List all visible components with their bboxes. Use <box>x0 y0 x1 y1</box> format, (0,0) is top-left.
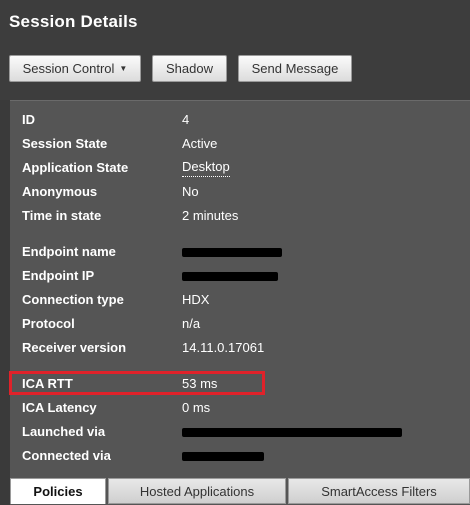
detail-label: Endpoint name <box>22 244 116 259</box>
detail-value: 0 ms <box>182 400 211 415</box>
detail-label: Protocol <box>22 316 75 331</box>
detail-label: Endpoint IP <box>22 268 95 283</box>
detail-label: Application State <box>22 160 129 175</box>
detail-row-protocol: Protocol n/a <box>22 314 462 334</box>
application-state-link[interactable]: Desktop <box>182 158 230 177</box>
detail-label: Connected via <box>22 448 111 463</box>
detail-row-endpoint-ip: Endpoint IP <box>22 266 462 286</box>
tab-policies[interactable]: Policies <box>10 478 106 504</box>
detail-value: HDX <box>182 292 210 307</box>
detail-row-application-state: Application State Desktop <box>22 158 462 178</box>
detail-label: Session State <box>22 136 108 151</box>
session-control-label: Session Control <box>22 61 115 76</box>
detail-row-id: ID 4 <box>22 110 462 130</box>
detail-value <box>182 266 278 286</box>
detail-value: 2 minutes <box>182 208 239 223</box>
send-message-button[interactable]: Send Message <box>238 55 352 82</box>
ica-rtt-highlight-box <box>9 371 265 395</box>
detail-row-session-state: Session State Active <box>22 134 462 154</box>
detail-row-ica-latency: ICA Latency 0 ms <box>22 398 462 418</box>
details-tabs: Policies Hosted Applications SmartAccess… <box>10 478 470 504</box>
detail-row-endpoint-name: Endpoint name <box>22 242 462 262</box>
detail-label: Receiver version <box>22 340 127 355</box>
detail-row-receiver-version: Receiver version 14.11.0.17061 <box>22 338 462 358</box>
detail-value: No <box>182 184 199 199</box>
tab-smartaccess-filters[interactable]: SmartAccess Filters <box>288 478 470 504</box>
tab-hosted-applications[interactable]: Hosted Applications <box>108 478 286 504</box>
shadow-button[interactable]: Shadow <box>152 55 227 82</box>
caret-down-icon: ▼ <box>119 64 128 73</box>
session-control-button[interactable]: Session Control ▼ <box>9 55 141 82</box>
detail-row-anonymous: Anonymous No <box>22 182 462 202</box>
detail-value: Active <box>182 136 218 151</box>
detail-value <box>182 242 282 262</box>
detail-row-connection-type: Connection type HDX <box>22 290 462 310</box>
detail-label: Time in state <box>22 208 102 223</box>
detail-label: ID <box>22 112 35 127</box>
detail-value: 14.11.0.17061 <box>182 340 265 355</box>
redaction-bar <box>182 428 402 438</box>
detail-label: ICA Latency <box>22 400 97 415</box>
page-title: Session Details <box>9 12 138 31</box>
detail-value <box>182 446 264 466</box>
detail-row-connected-via: Connected via <box>22 446 462 466</box>
detail-value <box>182 422 402 442</box>
redaction-bar <box>182 272 278 282</box>
detail-value: 4 <box>182 112 190 127</box>
redaction-bar <box>182 452 264 462</box>
redaction-bar <box>182 248 282 258</box>
detail-row-launched-via: Launched via <box>22 422 462 442</box>
detail-label: Anonymous <box>22 184 98 199</box>
detail-label: Connection type <box>22 292 124 307</box>
details-panel: ID 4 Session State Active Application St… <box>10 100 470 505</box>
detail-label: Launched via <box>22 424 106 439</box>
detail-value: n/a <box>182 316 201 331</box>
header: Session Details Session Control ▼ Shadow… <box>0 0 470 100</box>
detail-row-time-in-state: Time in state 2 minutes <box>22 206 462 226</box>
